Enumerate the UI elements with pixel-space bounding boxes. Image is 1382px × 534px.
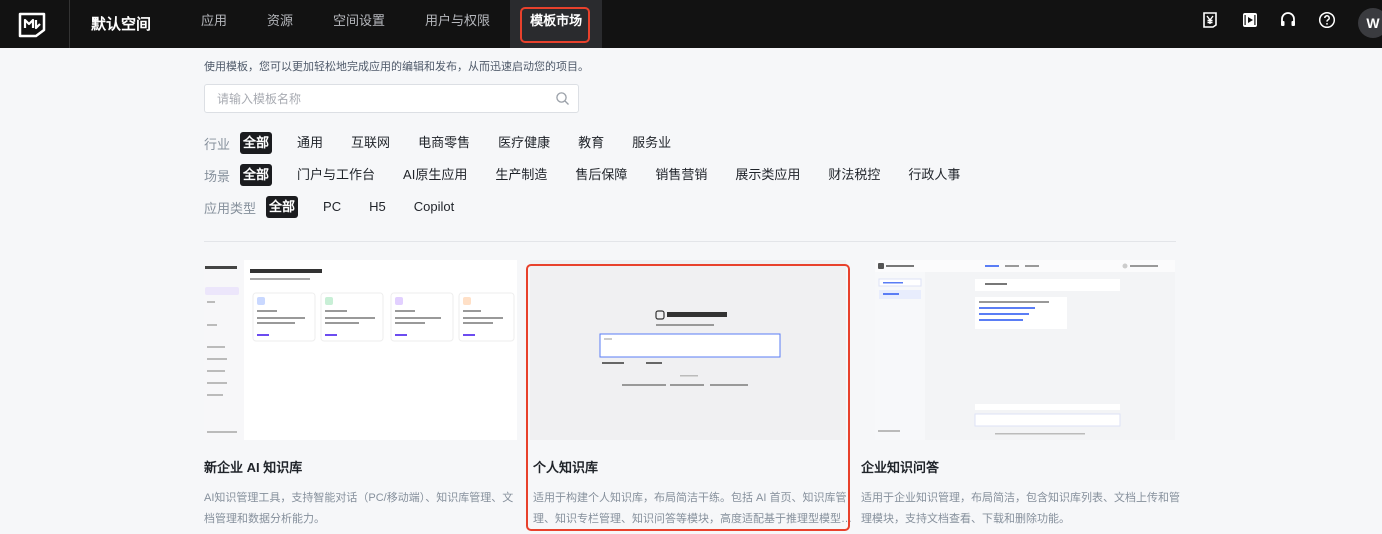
highlight-frame (526, 264, 850, 531)
industry-option-education[interactable]: 教育 (575, 132, 607, 154)
app-type-option-all[interactable]: 全部 (266, 196, 299, 218)
industry-option-general[interactable]: 通用 (294, 132, 326, 154)
scene-option-all[interactable]: 全部 (240, 164, 273, 186)
highlight-box (520, 7, 591, 43)
industry-option-healthcare[interactable]: 医疗健康 (495, 132, 553, 154)
template-search (204, 84, 579, 113)
scene-option-hr[interactable]: 行政人事 (905, 164, 963, 186)
section-divider (204, 241, 1176, 242)
scene-option-finance-tax[interactable]: 财法税控 (825, 164, 883, 186)
scene-option-portal[interactable]: 门户与工作台 (294, 164, 378, 186)
app-type-option-copilot[interactable]: Copilot (411, 196, 457, 218)
filter-app-type: 应用类型 全部 PC H5 Copilot (204, 195, 479, 219)
template-thumbnail-1[interactable] (204, 260, 517, 440)
nav-apps[interactable]: 应用 (181, 0, 247, 48)
industry-option-ecommerce[interactable]: 电商零售 (415, 132, 473, 154)
template-desc-3-line-2: 理模块，支持文档查看、下载和删除功能。 (861, 513, 1070, 525)
nav-space-settings[interactable]: 空间设置 (313, 0, 405, 48)
template-preview-3 (875, 260, 1175, 440)
headset-icon[interactable] (1279, 11, 1297, 29)
filter-label-industry: 行业 (204, 136, 231, 152)
nav-resources[interactable]: 资源 (247, 0, 313, 48)
scene-option-after-sales[interactable]: 售后保障 (572, 164, 630, 186)
nav-users-permissions[interactable]: 用户与权限 (405, 0, 510, 48)
app-type-option-h5[interactable]: H5 (366, 196, 389, 218)
main-nav: 应用 资源 空间设置 用户与权限 模板市场 (181, 0, 603, 48)
app-type-option-pc[interactable]: PC (320, 196, 344, 218)
scene-option-ai-native[interactable]: AI原生应用 (400, 164, 470, 186)
video-icon[interactable] (1241, 11, 1259, 29)
template-preview-1 (204, 260, 515, 440)
scene-option-sales-marketing[interactable]: 销售营销 (652, 164, 710, 186)
filter-label-app-type: 应用类型 (204, 200, 257, 216)
yen-icon[interactable] (1201, 11, 1219, 29)
template-desc-1-line-2: 档管理和数据分析能力。 (204, 513, 325, 525)
template-thumbnail-3[interactable] (875, 260, 1175, 440)
search-input[interactable] (217, 85, 547, 112)
top-bar: 默认空间 应用 资源 空间设置 用户与权限 模板市场 W (0, 0, 1382, 48)
template-desc-1: AI知识管理工具，支持智能对话（PC/移动端）、知识库管理、文 档管理和数据分析… (204, 488, 517, 530)
scene-option-showcase[interactable]: 展示类应用 (732, 164, 803, 186)
search-icon[interactable] (555, 91, 570, 106)
industry-option-services[interactable]: 服务业 (629, 132, 674, 154)
help-icon[interactable] (1318, 11, 1336, 29)
nav-template-market[interactable]: 模板市场 (510, 0, 603, 48)
page-intro: 使用模板，您可以更加轻松地完成应用的编辑和发布，从而迅速启动您的项目。 (204, 61, 589, 73)
template-desc-3-line-1: 适用于企业知识管理，布局简洁，包含知识库列表、文档上传和管 (861, 492, 1180, 504)
logo-icon[interactable] (16, 8, 48, 40)
scene-option-manufacturing[interactable]: 生产制造 (492, 164, 550, 186)
filter-industry: 行业 全部 通用 互联网 电商零售 医疗健康 教育 服务业 (204, 131, 696, 155)
logo-divider (69, 0, 70, 48)
template-desc-3: 适用于企业知识管理，布局简洁，包含知识库列表、文档上传和管 理模块，支持文档查看… (861, 488, 1181, 530)
template-title-1[interactable]: 新企业 AI 知识库 (204, 457, 302, 476)
filter-label-scene: 场景 (204, 168, 231, 184)
template-title-3[interactable]: 企业知识问答 (861, 457, 939, 476)
space-switcher[interactable]: 默认空间 (91, 13, 151, 34)
industry-option-internet[interactable]: 互联网 (348, 132, 393, 154)
industry-option-all[interactable]: 全部 (240, 132, 273, 154)
template-desc-1-line-1: AI知识管理工具，支持智能对话（PC/移动端）、知识库管理、文 (204, 492, 514, 504)
user-avatar[interactable]: W (1358, 8, 1382, 38)
filter-scene: 场景 全部 门户与工作台 AI原生应用 生产制造 售后保障 销售营销 展示类应用… (204, 163, 985, 187)
